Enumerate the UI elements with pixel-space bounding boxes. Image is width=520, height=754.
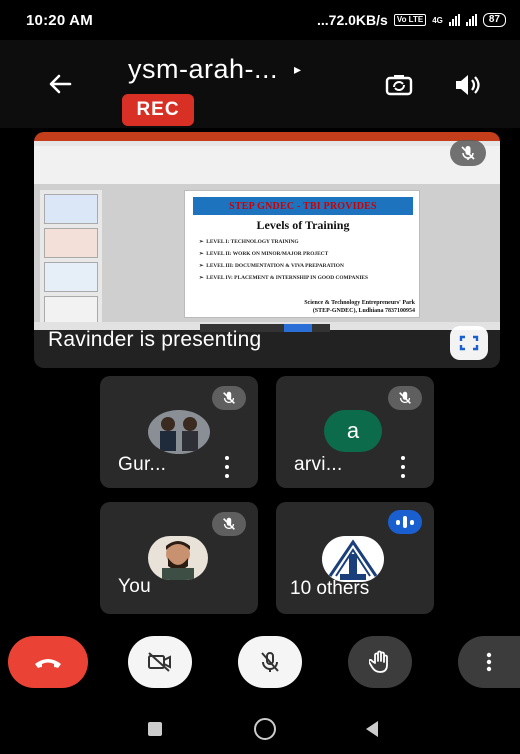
recording-badge: REC [122, 94, 194, 126]
slide-thumbnails [40, 190, 102, 330]
slide-banner: STEP GNDEC - TBI PROVIDES [193, 197, 413, 215]
slide-list-item: ➢ LEVEL III: DOCUMENTATION & VIVA PREPAR… [199, 263, 344, 269]
raise-hand-button[interactable] [348, 636, 412, 688]
mic-muted-icon [212, 386, 246, 410]
back-arrow-icon[interactable] [44, 68, 76, 100]
ppt-title-bar [34, 132, 500, 141]
presentation-tile[interactable]: STEP GNDEC - TBI PROVIDES Levels of Trai… [34, 132, 500, 368]
fullscreen-icon [459, 335, 479, 351]
avatar [148, 536, 208, 580]
mic-muted-icon [388, 386, 422, 410]
call-header: ysm-arah-... ▸ REC [0, 40, 520, 128]
avatar: a [324, 410, 382, 452]
network-speed: ...72.0KB/s [317, 12, 388, 28]
switch-camera-icon[interactable] [384, 70, 414, 100]
mic-toggle-button[interactable] [238, 636, 302, 688]
back-icon[interactable] [366, 721, 378, 737]
signal-icon [448, 14, 460, 26]
slide-thumbnail [44, 228, 98, 258]
participant-tile[interactable]: a arvi... [276, 376, 434, 488]
participant-tile-others[interactable]: 10 others [276, 502, 434, 614]
home-icon[interactable] [254, 718, 276, 740]
slide-footer-line: Science & Technology Entrepreneurs' Park [304, 300, 415, 306]
others-count-label: 10 others [290, 578, 370, 599]
camera-off-icon [148, 652, 171, 672]
slide-banner-text: STEP GNDEC - TBI PROVIDES [229, 200, 377, 212]
avatar [322, 536, 384, 582]
volte-badge: Vo LTE [393, 14, 427, 26]
slide-thumbnail [44, 262, 98, 292]
mic-muted-icon [450, 140, 486, 166]
fullscreen-button[interactable] [450, 326, 488, 360]
camera-toggle-button[interactable] [128, 636, 192, 688]
presenter-label: Ravinder is presenting [48, 328, 262, 351]
network-type: 4G [432, 15, 443, 25]
meeting-title-row[interactable]: ysm-arah-... ▸ [128, 54, 301, 85]
current-slide: STEP GNDEC - TBI PROVIDES Levels of Trai… [184, 190, 420, 318]
battery-icon: 87 [482, 13, 506, 27]
mic-muted-icon [212, 512, 246, 536]
hang-up-icon [35, 659, 61, 668]
speaking-indicator-icon [388, 510, 422, 534]
system-nav-bar [0, 700, 520, 754]
ppt-ribbon [34, 146, 500, 184]
mic-off-icon [261, 652, 279, 672]
participant-name: Gur... [118, 454, 167, 475]
participant-tile[interactable]: Gur... [100, 376, 258, 488]
more-vert-icon[interactable] [398, 454, 408, 480]
slide-list-item: ➢ LEVEL I: TECHNOLOGY TRAINING [199, 239, 299, 245]
slide-footer-line: (STEP-GNDEC), Ludhiana 7837100954 [312, 308, 415, 314]
slide-list-item: ➢ LEVEL II: WORK ON MINOR/MAJOR PROJECT [199, 251, 329, 257]
more-vert-icon[interactable] [222, 454, 232, 480]
expand-arrow-icon[interactable]: ▸ [294, 61, 301, 78]
call-controls [0, 630, 520, 692]
recent-apps-icon[interactable] [148, 722, 162, 736]
raise-hand-icon [369, 650, 388, 673]
slide-list-item: ➢ LEVEL IV: PLACEMENT & INTERNSHIP IN GO… [199, 275, 369, 281]
avatar [148, 410, 210, 454]
slide-footer: Science & Technology Entrepreneurs' Park… [225, 299, 415, 315]
more-options-button[interactable] [458, 636, 520, 688]
participant-tile-self[interactable]: You [100, 502, 258, 614]
status-bar: 10:20 AM ...72.0KB/s Vo LTE 4G 87 [0, 0, 520, 40]
meeting-title[interactable]: ysm-arah-... [128, 54, 278, 85]
more-vert-icon [486, 652, 492, 672]
status-indicators: ...72.0KB/s Vo LTE 4G 87 [317, 12, 506, 28]
slide-heading: Levels of Training [256, 218, 350, 232]
signal-icon [465, 14, 477, 26]
speaker-icon[interactable] [452, 70, 482, 100]
slide-list: ➢ LEVEL I: TECHNOLOGY TRAINING ➢ LEVEL I… [199, 239, 409, 287]
stop-sharing-button [284, 324, 312, 332]
end-call-button[interactable] [8, 636, 88, 688]
status-time: 10:20 AM [26, 11, 93, 29]
slide-thumbnail [44, 194, 98, 224]
participant-name: arvi... [294, 454, 343, 475]
participant-name: You [118, 576, 151, 597]
